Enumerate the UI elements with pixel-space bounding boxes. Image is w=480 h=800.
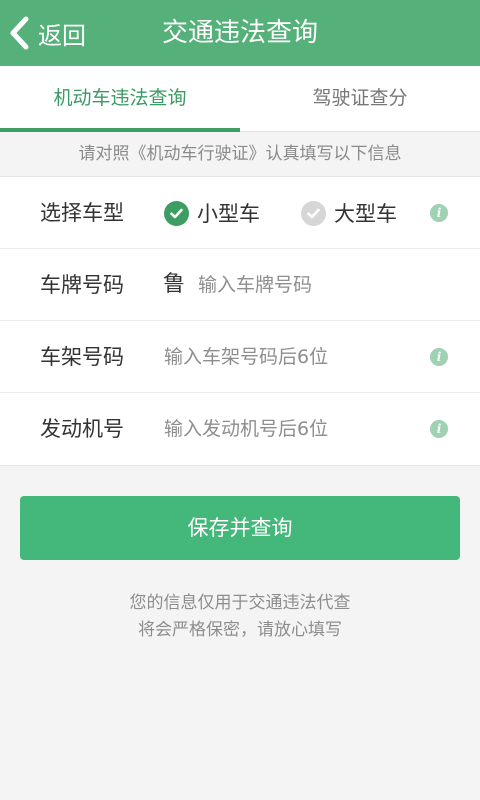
small-vehicle-radio[interactable]: 小型车 [164,199,260,227]
tab-bar: 机动车违法查询 驾驶证查分 [0,66,480,132]
info-icon[interactable]: i [430,204,448,222]
engine-number-input[interactable] [164,409,414,449]
tab-vehicle-violation[interactable]: 机动车违法查询 [0,66,240,132]
frame-row: 车架号码 i [0,321,480,393]
chevron-left-icon [10,16,29,50]
vehicle-type-label: 选择车型 [40,201,124,225]
tab-license-points[interactable]: 驾驶证查分 [240,66,480,131]
frame-label: 车架号码 [40,345,124,369]
info-icon[interactable]: i [430,348,448,366]
privacy-note: 您的信息仅用于交通违法代查 将会严格保密，请放心填写 [0,590,480,644]
engine-row: 发动机号 i [0,393,480,465]
notice-text: 请对照《机动车行驶证》认真填写以下信息 [0,132,480,176]
plate-label: 车牌号码 [40,273,124,297]
plate-number-input[interactable] [198,265,438,305]
plate-province-prefix[interactable]: 鲁 [163,249,185,321]
privacy-note-line-2: 将会严格保密，请放心填写 [138,620,342,640]
vehicle-type-row: 选择车型 小型车 大型车 i [0,177,480,249]
back-label: 返回 [38,21,86,50]
plate-row: 车牌号码 鲁 [0,249,480,321]
back-button[interactable]: 返回 [8,10,86,56]
query-form: 选择车型 小型车 大型车 i 车牌号码 鲁 车架号码 i 发动机号 i [0,176,480,466]
check-circle-icon [164,200,189,226]
engine-label: 发动机号 [40,417,124,441]
large-vehicle-radio[interactable]: 大型车 [301,199,397,227]
large-vehicle-label: 大型车 [334,202,397,226]
save-and-query-button[interactable]: 保存并查询 [20,496,460,560]
frame-number-input[interactable] [164,337,414,377]
small-vehicle-label: 小型车 [197,202,260,226]
info-icon[interactable]: i [430,420,448,438]
privacy-note-line-1: 您的信息仅用于交通违法代查 [129,593,351,613]
check-circle-icon [301,200,326,226]
app-header: 返回 交通违法查询 [0,0,480,66]
